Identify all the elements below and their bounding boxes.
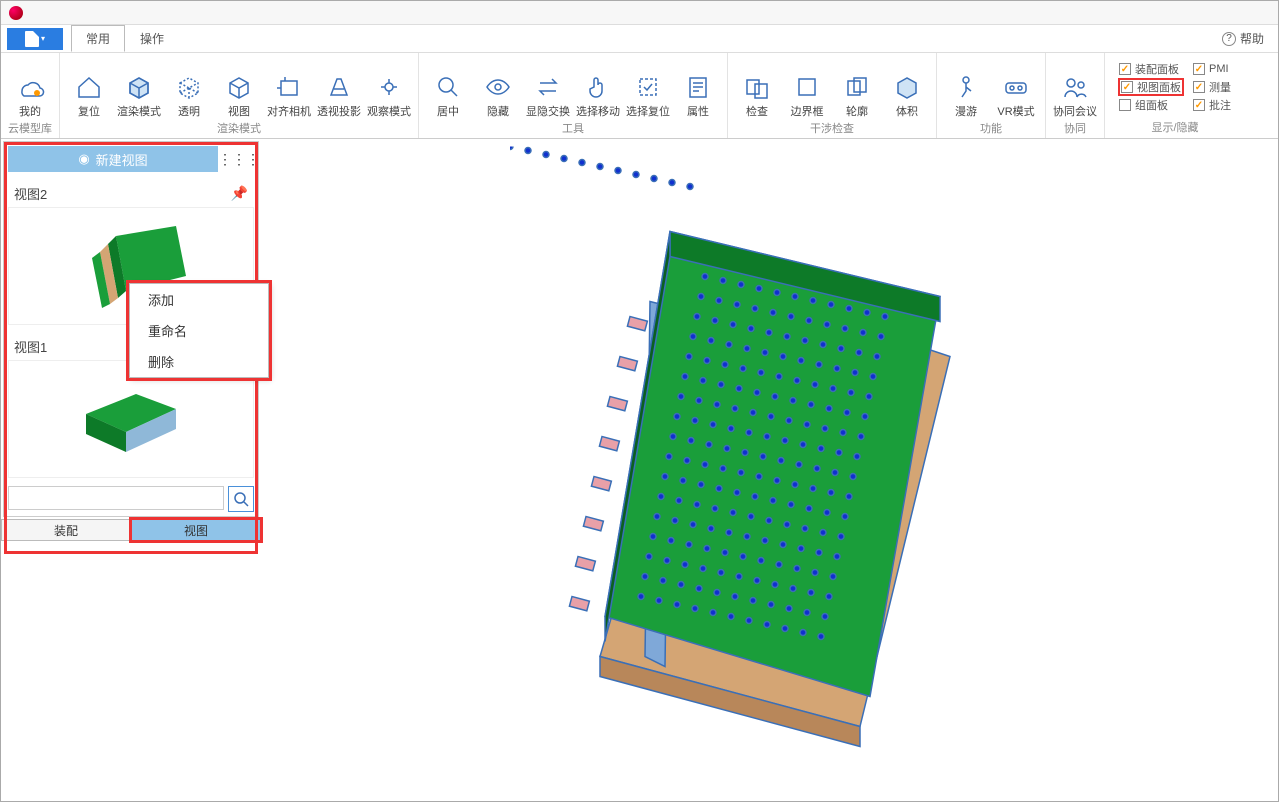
roam-button[interactable]: 漫游: [943, 57, 989, 118]
vrmode-button[interactable]: VR模式: [993, 57, 1039, 118]
align-camera-icon: [272, 70, 306, 104]
people-icon: [1058, 70, 1092, 104]
my-button[interactable]: 我的: [7, 57, 53, 118]
grid-icon: ⋮⋮⋮: [218, 151, 260, 168]
chevron-down-icon: ▾: [41, 34, 45, 43]
ribbon-tabs: 常用 操作: [71, 25, 179, 52]
viewport-3d[interactable]: [261, 139, 1278, 777]
bbox-icon: [790, 70, 824, 104]
new-view-button[interactable]: ◉ 新建视图: [8, 146, 218, 172]
help-label: 帮助: [1240, 30, 1264, 47]
ribbon: 我的 云模型库 复位 渲染模式 透明 视图 对齐相机 透视投影 观察模式 渲染模…: [1, 53, 1278, 139]
model-3d: [510, 147, 1030, 770]
search-button[interactable]: [228, 486, 254, 512]
check-pmi[interactable]: PMI: [1193, 61, 1231, 77]
observemode-button[interactable]: 观察模式: [366, 57, 412, 118]
menubar: ▾ 常用 操作 ? 帮助: [1, 25, 1278, 53]
side-tab-view[interactable]: 视图: [131, 519, 261, 541]
pin-icon[interactable]: 📌: [231, 185, 248, 202]
observe-icon: [372, 70, 406, 104]
outline-icon: [840, 70, 874, 104]
showhide-button[interactable]: 显隐交换: [525, 57, 571, 118]
cube-transparent-icon: [172, 70, 206, 104]
side-tab-assembly[interactable]: 装配: [1, 519, 131, 541]
vr-icon: [999, 70, 1033, 104]
ctx-delete[interactable]: 删除: [130, 346, 268, 377]
file-menu-button[interactable]: ▾: [7, 28, 63, 50]
check-assembly-panel[interactable]: 装配面板: [1119, 61, 1183, 77]
aligncamera-button[interactable]: 对齐相机: [266, 57, 312, 118]
help-button[interactable]: ? 帮助: [1222, 30, 1264, 47]
help-icon: ?: [1222, 32, 1236, 46]
context-menu: 添加 重命名 删除: [129, 283, 269, 378]
check-view-panel[interactable]: 视图面板: [1119, 79, 1183, 95]
magnify-icon: [431, 70, 465, 104]
check-annotation[interactable]: 批注: [1193, 97, 1231, 113]
check-icon: [740, 70, 774, 104]
transparent-button[interactable]: 透明: [166, 57, 212, 118]
hand-icon: [581, 70, 615, 104]
eye-icon: [481, 70, 515, 104]
selectmove-button[interactable]: 选择移动: [575, 57, 621, 118]
center-button[interactable]: 居中: [425, 57, 471, 118]
check-group-panel[interactable]: 组面板: [1119, 97, 1183, 113]
outline-button[interactable]: 轮廓: [834, 57, 880, 118]
properties-icon: [681, 70, 715, 104]
meeting-button[interactable]: 协同会议: [1052, 57, 1098, 118]
search-input[interactable]: [8, 486, 224, 510]
swap-icon: [531, 70, 565, 104]
perspective-button[interactable]: 透视投影: [316, 57, 362, 118]
titlebar: [1, 1, 1278, 25]
hide-button[interactable]: 隐藏: [475, 57, 521, 118]
check-measure[interactable]: 测量: [1193, 79, 1231, 95]
cube-view-icon: [222, 70, 256, 104]
home-icon: [72, 70, 106, 104]
ctx-add[interactable]: 添加: [130, 284, 268, 315]
ctx-rename[interactable]: 重命名: [130, 315, 268, 346]
app-logo-icon: [9, 6, 23, 20]
document-icon: [25, 31, 39, 47]
reset-button[interactable]: 复位: [66, 57, 112, 118]
select-reset-icon: [631, 70, 665, 104]
cube-solid-icon: [122, 70, 156, 104]
camera-icon: ◉: [78, 151, 89, 167]
view-button[interactable]: 视图: [216, 57, 262, 118]
rendermode-button[interactable]: 渲染模式: [116, 57, 162, 118]
selectreset-button[interactable]: 选择复位: [625, 57, 671, 118]
tab-common[interactable]: 常用: [71, 25, 125, 52]
walk-icon: [949, 70, 983, 104]
properties-button[interactable]: 属性: [675, 57, 721, 118]
bbox-button[interactable]: 边界框: [784, 57, 830, 118]
perspective-icon: [322, 70, 356, 104]
grid-view-button[interactable]: ⋮⋮⋮: [224, 146, 254, 172]
cloud-icon: [13, 70, 47, 104]
volume-button[interactable]: 体积: [884, 57, 930, 118]
tab-operate[interactable]: 操作: [125, 25, 179, 52]
volume-icon: [890, 70, 924, 104]
check-button[interactable]: 检查: [734, 57, 780, 118]
